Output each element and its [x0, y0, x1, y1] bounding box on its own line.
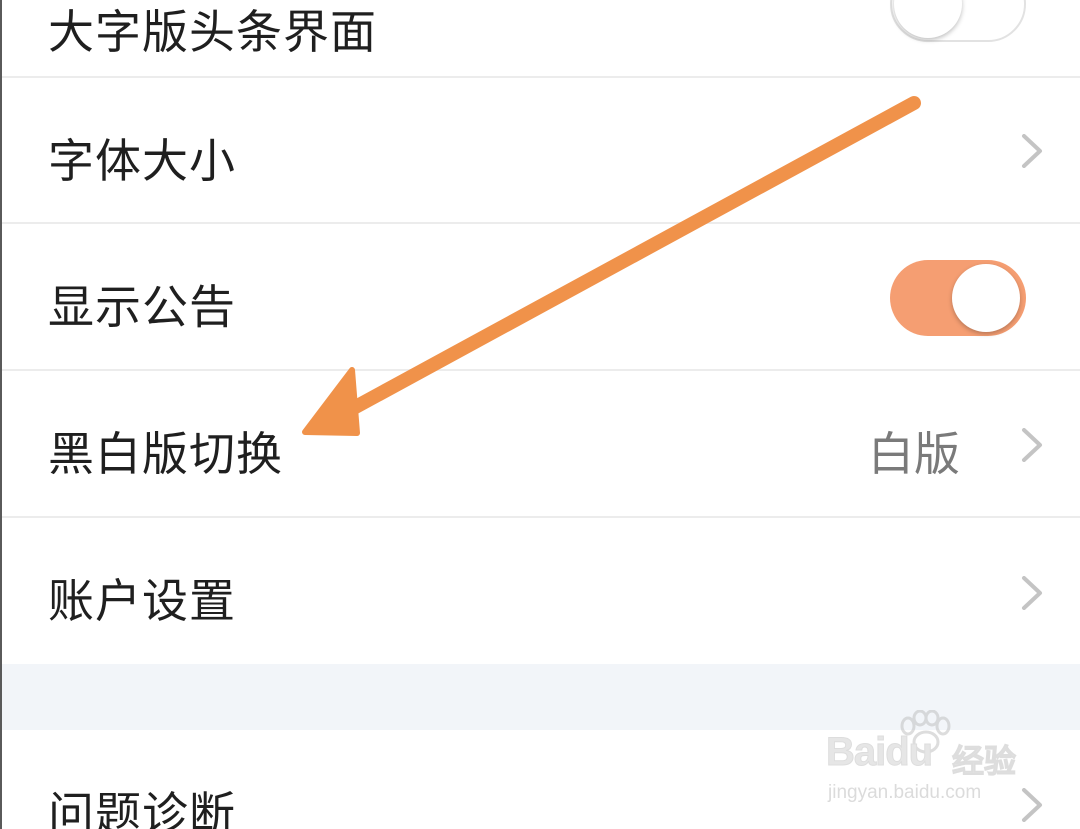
- chevron-right-icon: [1022, 428, 1042, 462]
- setting-row-label: 黑白版切换: [48, 427, 283, 481]
- setting-row-show-announcement[interactable]: 显示公告: [2, 224, 1080, 369]
- toggle-knob: [894, 0, 962, 38]
- large-font-mode-toggle[interactable]: [890, 0, 1026, 42]
- setting-row-bw-mode-switch[interactable]: 黑白版切换 白版: [2, 371, 1080, 517]
- bw-mode-value: 白版: [868, 427, 960, 481]
- setting-row-label: 字体大小: [48, 134, 236, 188]
- setting-row-label: 大字版头条界面: [48, 5, 377, 59]
- chevron-right-icon: [1022, 134, 1042, 168]
- setting-row-label: 账户设置: [48, 574, 236, 628]
- show-announcement-toggle[interactable]: [890, 260, 1026, 336]
- chevron-right-icon: [1022, 576, 1042, 610]
- watermark-logo-text: Baidu: [825, 730, 933, 775]
- setting-row-label: 问题诊断: [48, 787, 236, 829]
- watermark-product-text: 经验: [951, 742, 1017, 781]
- baidu-jingyan-watermark: Baidu 经验 jingyan.baidu.com: [825, 710, 1026, 810]
- setting-row-label: 显示公告: [48, 280, 236, 334]
- setting-row-large-font-mode[interactable]: 大字版头条界面: [2, 0, 1080, 76]
- toggle-knob: [952, 264, 1020, 332]
- settings-screen: 大字版头条界面 字体大小 显示公告 黑白版切换 白版 账户设置 问题诊断 Bai…: [0, 0, 1080, 829]
- setting-row-font-size[interactable]: 字体大小: [2, 78, 1080, 223]
- watermark-url: jingyan.baidu.com: [828, 782, 982, 803]
- setting-row-account-settings[interactable]: 账户设置: [2, 518, 1080, 664]
